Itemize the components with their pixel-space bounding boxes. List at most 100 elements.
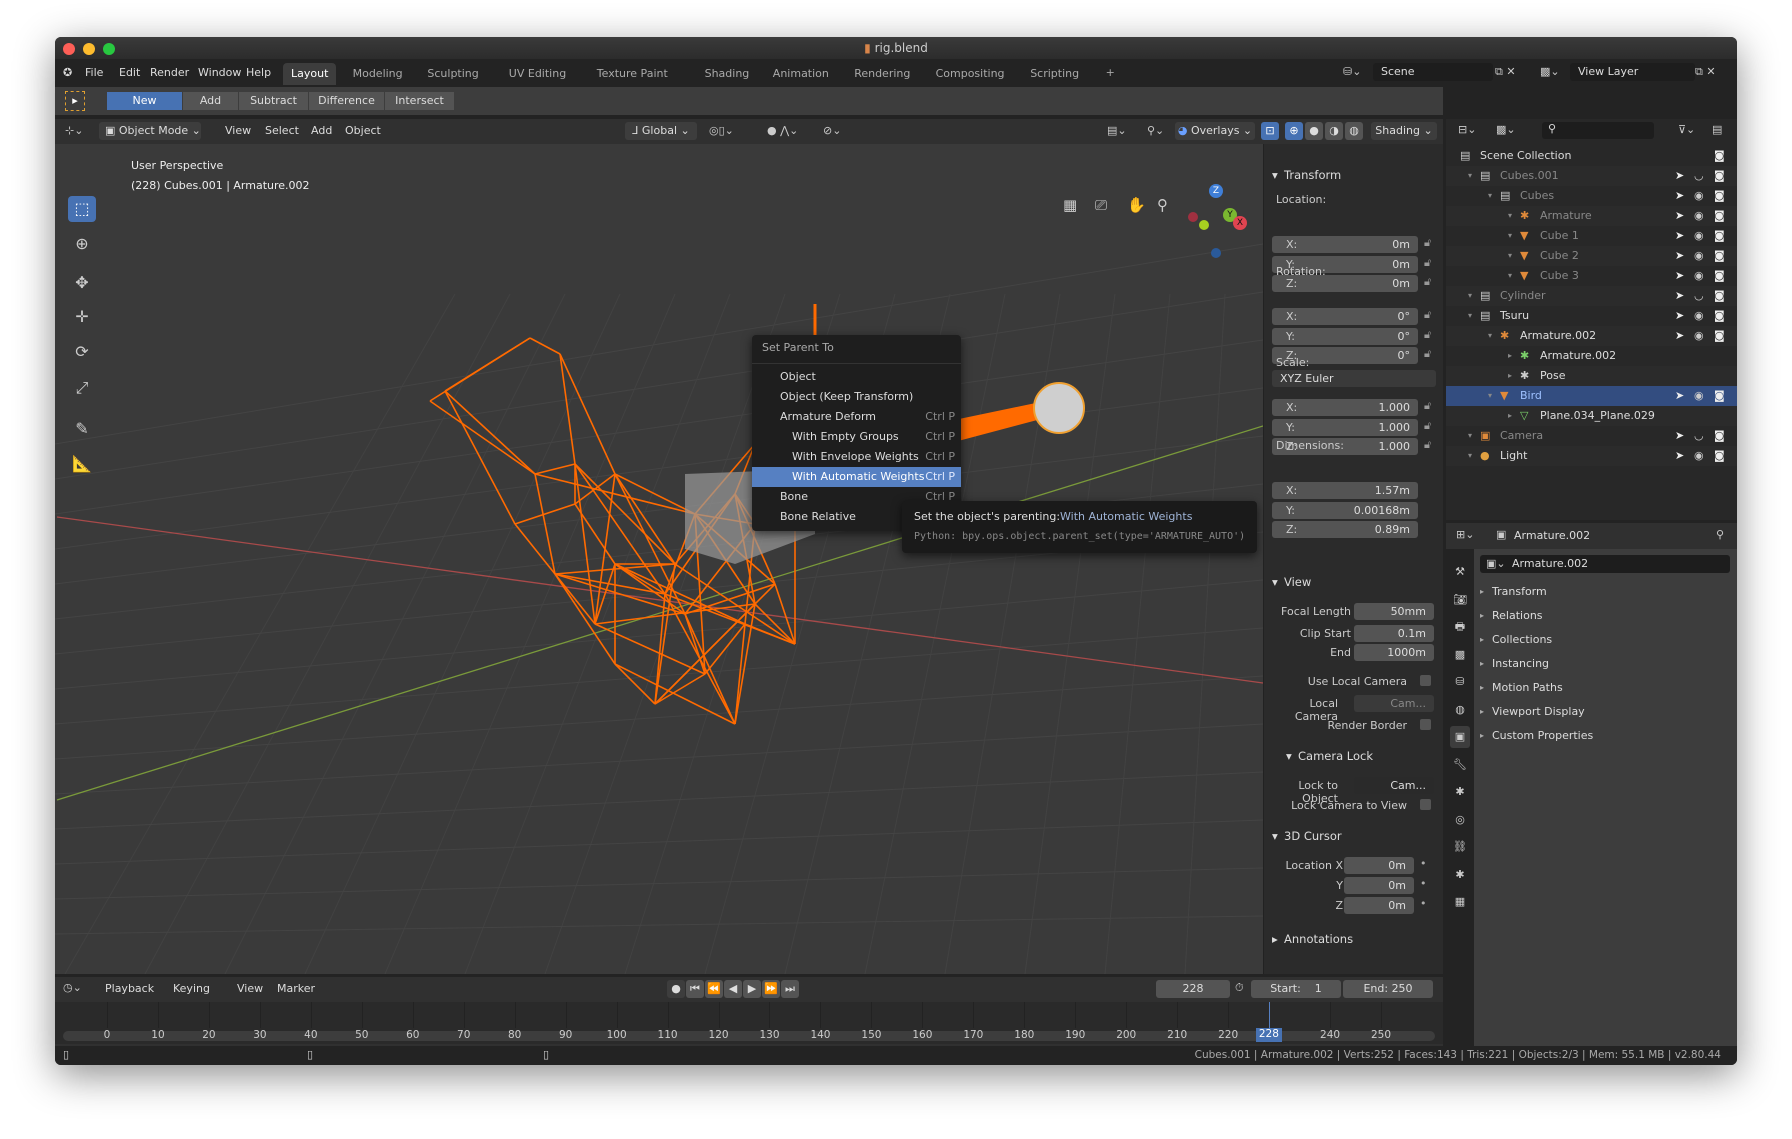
scene-icon[interactable]: ⛁ [1450,671,1470,693]
data-icon[interactable]: ✱ [1450,864,1470,886]
selectable-toggle-icon[interactable]: ➤ [1675,186,1684,206]
visibility-eye-icon[interactable]: ◉ [1694,306,1704,326]
local-camera-field[interactable]: Cam... [1354,695,1434,712]
lock-icon[interactable]: 🔓︎ [1424,275,1431,289]
outliner-row[interactable]: ▾ ✱ Armature.002 ➤ ◉ ◙ [1446,326,1737,346]
translate-tool-icon[interactable]: ✛ [68,304,96,330]
jump-keyframe-back-icon[interactable]: ⏪ [705,980,723,998]
gizmo-neg-z[interactable] [1211,248,1221,258]
snap-icon[interactable]: ● ⋀⌄ [767,124,798,137]
start-frame-field[interactable]: Start: 1 [1251,980,1341,998]
lock-icon[interactable]: 🔓︎ [1424,256,1431,270]
menu-item-object-keep-transform-[interactable]: Object (Keep Transform) [752,387,961,407]
tab-animation[interactable]: Animation [765,63,837,85]
world-icon[interactable]: ◍ [1450,699,1470,721]
selectable-toggle-icon[interactable]: ➤ [1675,306,1684,326]
jump-start-icon[interactable]: ⏮ [686,980,704,998]
annotations-panel-title[interactable]: Annotations [1284,932,1353,946]
visibility-eye-icon[interactable]: ◉ [1694,446,1704,466]
cursor-z-field[interactable]: 0m [1344,897,1414,914]
outliner-row[interactable]: ▸ ✱ Pose [1446,366,1737,386]
outliner-row[interactable]: ▾ ▤ Cubes.001 ➤ ◡ ◙ [1446,166,1737,186]
mode-intersect[interactable]: Intersect [385,92,454,110]
focal-length-field[interactable]: 50mm [1354,603,1434,620]
outliner-row[interactable]: ▤ Scene Collection ◙ [1446,146,1737,166]
expand-arrow-icon[interactable]: ▸ [1508,346,1512,366]
menu-render[interactable]: Render [150,66,189,79]
outliner-row[interactable]: ▸ ▽ Plane.034_Plane.029 [1446,406,1737,426]
minimize-window-button[interactable] [83,43,95,55]
clip-start-field[interactable]: 0.1m [1354,625,1434,642]
blender-logo-icon[interactable]: ✪ [63,66,72,79]
selectable-toggle-icon[interactable]: ➤ [1675,246,1684,266]
render-camera-icon[interactable]: ◙ [1714,426,1725,446]
cursor-x-field[interactable]: 0m [1344,857,1414,874]
panel-header-annotations[interactable]: ▸ [1272,932,1278,946]
timeline-menu-playback[interactable]: Playback [105,982,154,995]
render-camera-icon[interactable]: ◙ [1714,166,1725,186]
timeline-frame-area[interactable]: 0 10 20 30 40 50 60 70 80 90 100 110 120 130 140 150 160… [55,1002,1443,1044]
xray-toggle[interactable]: ⊡ [1261,122,1279,140]
properties-section-transform[interactable]: ▸ Transform [1480,585,1730,605]
location-x-field[interactable]: X: 0m [1272,236,1418,253]
menu-window[interactable]: Window [198,66,241,79]
transform-orientation-dropdown[interactable]: ⅃ Global ⌄ [625,122,697,140]
render-camera-icon[interactable]: ◙ [1714,326,1725,346]
visibility-eye-icon[interactable]: ◡ [1694,426,1704,446]
timeline-menu-keying[interactable]: Keying [173,982,210,995]
render-camera-icon[interactable]: ◙ [1714,266,1725,286]
menu-select[interactable]: Select [265,124,299,137]
selectable-toggle-icon[interactable]: ➤ [1675,206,1684,226]
keyframe-dot-icon[interactable]: • [1420,877,1427,890]
visibility-eye-icon[interactable]: ◉ [1694,326,1704,346]
properties-section-custom-properties[interactable]: ▸ Custom Properties [1480,729,1730,749]
rotate-tool-icon[interactable]: ⟳ [68,339,96,365]
zoom-icon[interactable]: ⚲ [1157,196,1168,214]
menu-file[interactable]: File [85,66,103,79]
view-layer-icon[interactable]: ▩⌄ [1496,123,1516,136]
pan-hand-icon[interactable]: ✋ [1127,196,1146,214]
dimensions-x-field[interactable]: X: 1.57m [1272,482,1418,499]
proportional-edit-icon[interactable]: ⊘⌄ [823,124,841,137]
render-camera-icon[interactable]: ◙ [1714,386,1725,406]
modifiers-icon[interactable]: 🔧︎ [1450,754,1470,776]
outliner-row[interactable]: ▾ ▼ Cube 3 ➤ ◉ ◙ [1446,266,1737,286]
constraints-icon[interactable]: ⛓︎ [1450,836,1470,858]
tab-rendering[interactable]: Rendering [846,63,918,85]
selectable-toggle-icon[interactable]: ➤ [1675,266,1684,286]
lock-to-object-field[interactable]: Cam... [1354,777,1434,794]
selectable-toggle-icon[interactable]: ➤ [1675,226,1684,246]
outliner-row[interactable]: ▾ ✱ Armature ➤ ◉ ◙ [1446,206,1737,226]
texture-icon[interactable]: ▦ [1450,891,1470,913]
mode-add[interactable]: Add [183,92,238,110]
select-box-tool-icon[interactable]: ▸ [65,91,85,111]
view-layer-icon[interactable]: ▩ [1450,644,1470,666]
menu-view[interactable]: View [225,124,251,137]
tab-shading[interactable]: Shading [697,63,758,85]
gizmo-icon[interactable]: ⚲⌄ [1147,124,1164,137]
dimensions-z-field[interactable]: Z: 0.89m [1272,521,1418,538]
rotation-x-field[interactable]: X: 0° [1272,308,1418,325]
panel-header-transform[interactable]: ▾ [1272,168,1278,182]
visibility-eye-icon[interactable]: ◉ [1694,186,1704,206]
gizmo-neg-y[interactable] [1199,220,1209,230]
gizmo-z-axis[interactable]: Z [1209,184,1223,198]
expand-arrow-icon[interactable]: ▾ [1468,446,1472,466]
menu-item-object[interactable]: Object [752,367,961,387]
expand-arrow-icon[interactable]: ▸ [1508,406,1512,426]
current-frame-indicator[interactable]: 228 [1255,1028,1282,1042]
panel-header-3d-cursor[interactable]: ▾ [1272,829,1278,843]
camera-view-icon[interactable]: ⎚ [1095,196,1107,214]
new-view-layer-icon[interactable]: ⧉ ✕ [1695,65,1716,79]
visibility-eye-icon[interactable]: ◉ [1694,266,1704,286]
output-icon[interactable]: 🖶︎ [1450,616,1470,638]
visibility-icon[interactable]: ▤⌄ [1107,124,1127,137]
tab-modeling[interactable]: Modeling [345,63,411,85]
timeline-menu-marker[interactable]: Marker [277,982,315,995]
clip-end-field[interactable]: 1000m [1354,644,1434,661]
render-camera-icon[interactable]: ◙ [1714,246,1725,266]
3d-cursor-panel-title[interactable]: 3D Cursor [1284,829,1342,843]
solid-shading-button[interactable]: ● [1305,122,1323,140]
selectable-toggle-icon[interactable]: ➤ [1675,446,1684,466]
menu-edit[interactable]: Edit [119,66,140,79]
